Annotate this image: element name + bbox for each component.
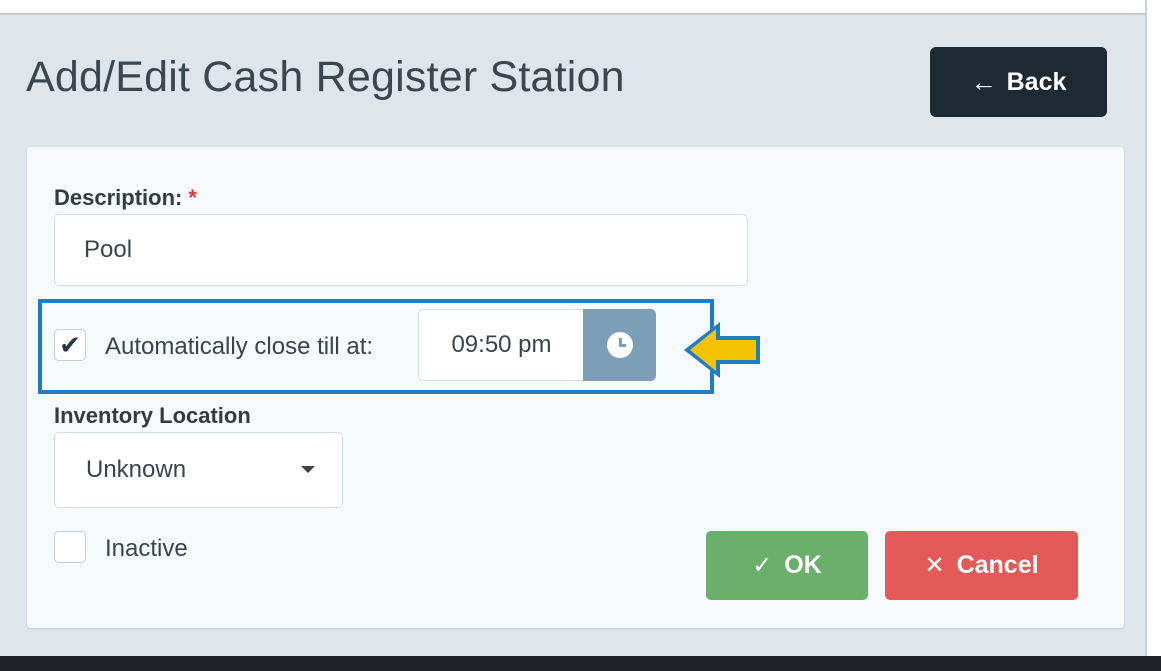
required-marker: * <box>188 185 197 210</box>
description-input[interactable]: Pool <box>54 214 748 286</box>
description-label: Description: * <box>54 185 197 211</box>
inventory-location-value: Unknown <box>86 456 187 483</box>
scrollbar-edge <box>1145 0 1161 671</box>
inactive-label: Inactive <box>105 535 188 562</box>
auto-close-checkbox[interactable]: ✔ <box>54 329 86 361</box>
arrow-left-icon: ← <box>970 66 997 97</box>
description-label-text: Description: <box>54 185 183 210</box>
checkmark-icon: ✔ <box>59 330 81 360</box>
cancel-button[interactable]: ✕ Cancel <box>885 531 1078 600</box>
page-title: Add/Edit Cash Register Station <box>26 53 625 101</box>
bottom-bar <box>0 656 1161 671</box>
check-icon: ✓ <box>752 552 773 579</box>
inventory-location-label: Inventory Location <box>54 403 251 428</box>
ok-button[interactable]: ✓ OK <box>706 531 868 600</box>
close-icon: ✕ <box>924 552 945 579</box>
ok-button-label: OK <box>784 551 822 579</box>
inactive-checkbox[interactable] <box>54 531 86 563</box>
close-time-input[interactable]: 09:50 pm <box>418 309 584 381</box>
inventory-location-select[interactable]: Unknown <box>54 432 343 508</box>
back-button[interactable]: ← Back <box>930 47 1107 117</box>
chevron-down-icon <box>301 466 315 473</box>
cancel-button-label: Cancel <box>956 551 1039 579</box>
callout-arrow-icon <box>684 322 760 378</box>
top-strip <box>0 0 1161 14</box>
back-button-label: Back <box>1006 67 1067 96</box>
auto-close-label: Automatically close till at: <box>105 333 374 360</box>
time-picker-button[interactable] <box>583 309 656 381</box>
clock-icon <box>606 332 633 358</box>
